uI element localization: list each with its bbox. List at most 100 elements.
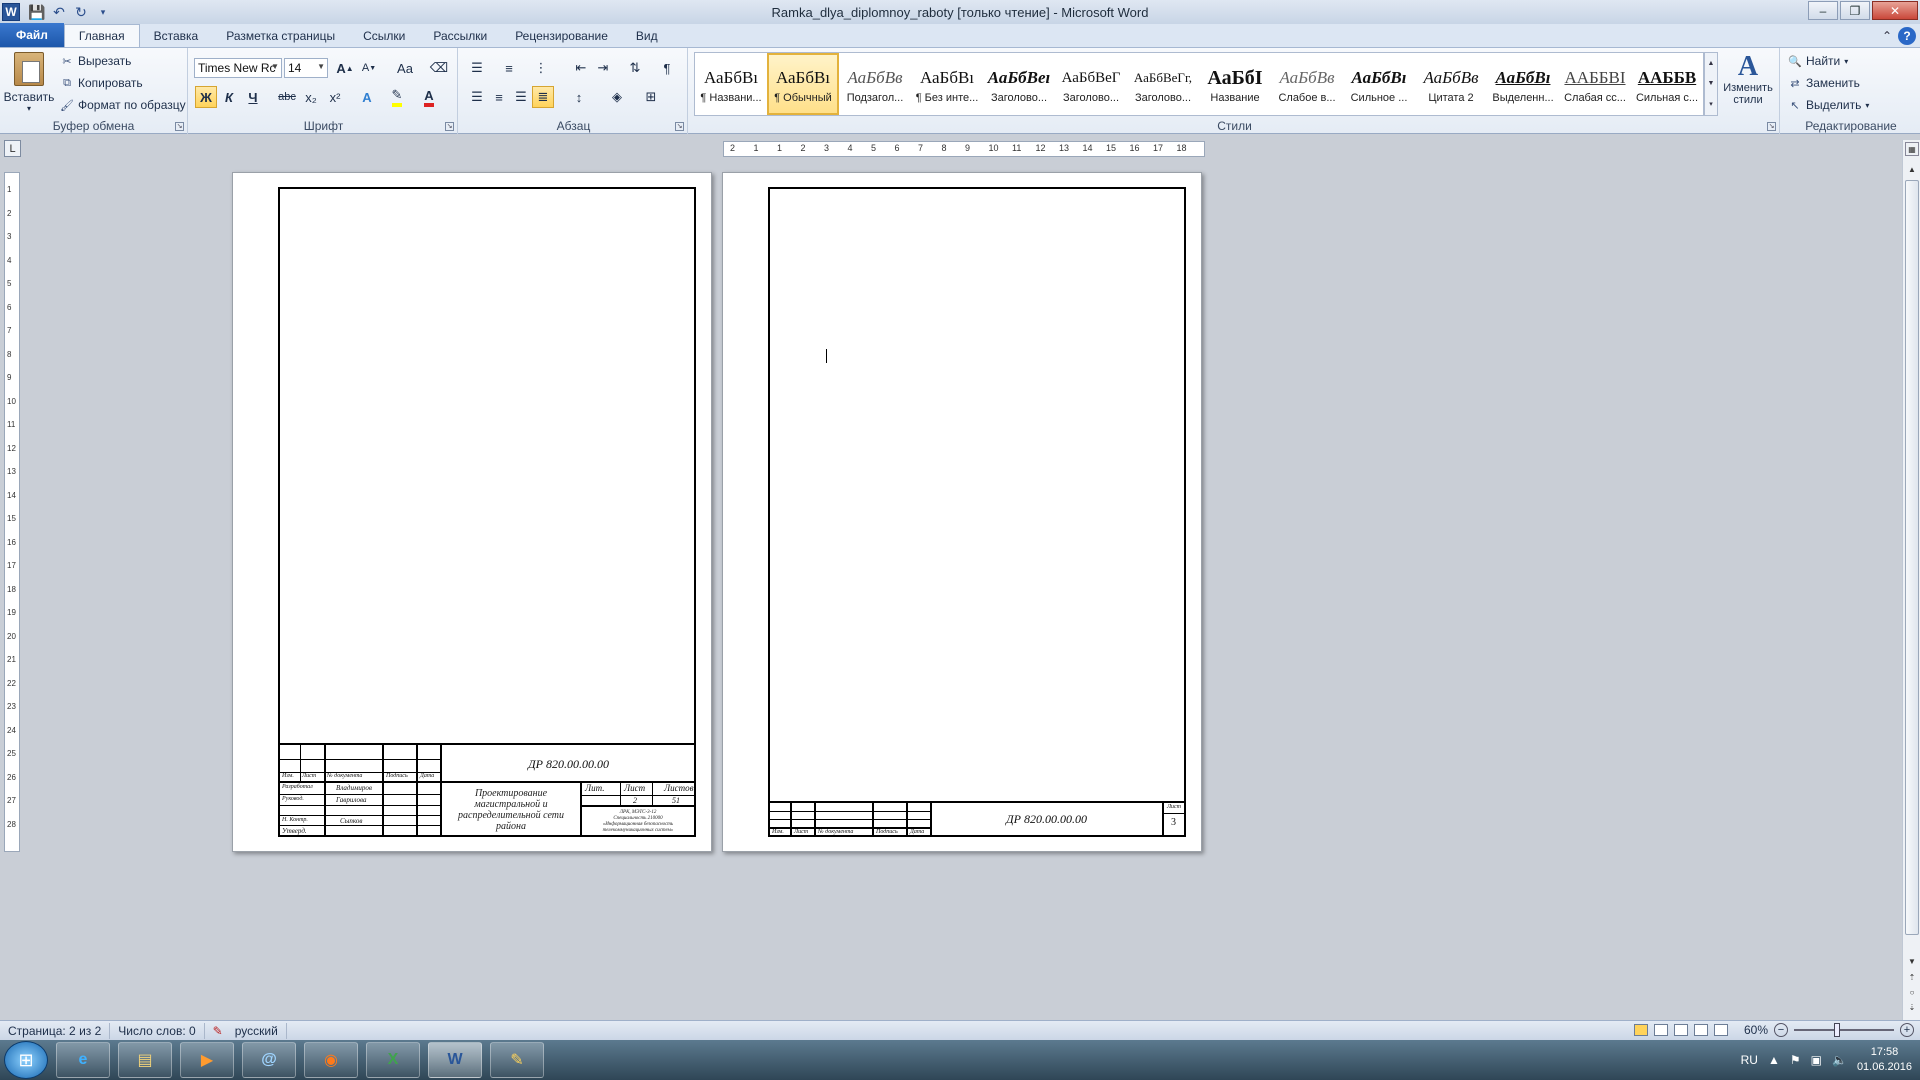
language-indicator[interactable]: ✎ русский bbox=[205, 1022, 287, 1039]
page-1[interactable]: ДР 820.00.00.00 Изм. Лист № документа По… bbox=[232, 172, 712, 852]
tab-home[interactable]: Главная bbox=[63, 24, 140, 47]
style-quote-2[interactable]: АаБбВв Цитата 2 bbox=[1415, 53, 1487, 115]
decrease-indent-button[interactable]: ⇤ bbox=[570, 57, 592, 79]
taskbar-ie-icon[interactable]: e bbox=[56, 1042, 110, 1078]
style-intense-quote[interactable]: АаБбВı Выделенн... bbox=[1487, 53, 1559, 115]
text-effects-button[interactable]: A bbox=[356, 86, 378, 108]
select-button[interactable]: ↖ Выделить ▾ bbox=[1788, 95, 1869, 115]
tab-mailings[interactable]: Рассылки bbox=[419, 25, 501, 47]
zoom-level[interactable]: 60% bbox=[1744, 1023, 1768, 1037]
gallery-down-icon[interactable]: ▼ bbox=[1708, 80, 1715, 87]
customize-qat-icon[interactable]: ▾ bbox=[92, 2, 114, 22]
taskbar-explorer-icon[interactable]: ▤ bbox=[118, 1042, 172, 1078]
vertical-ruler[interactable]: 1 2 3 4 5 6 7 8 9 10 11 12 13 14 15 16 17 18 19 20 21 22 23 24 2… bbox=[4, 172, 20, 852]
vertical-scrollbar[interactable]: ▦ ▲ ▼ ⇡ ○ ⇣ bbox=[1902, 140, 1920, 1020]
tab-file[interactable]: Файл bbox=[0, 23, 64, 47]
clipboard-launcher-icon[interactable]: ↘ bbox=[175, 122, 184, 131]
taskbar-media-player-icon[interactable]: ▶ bbox=[180, 1042, 234, 1078]
ruler-toggle-icon[interactable]: ▦ bbox=[1905, 142, 1919, 156]
style-title[interactable]: АаБбВı ¶ Названи... bbox=[695, 53, 767, 115]
page-2[interactable]: Изм. Лист № документа Подпись Дата ДР 82… bbox=[722, 172, 1202, 852]
line-spacing-button[interactable]: ↕ bbox=[568, 86, 590, 108]
align-left-button[interactable]: ☰ bbox=[466, 86, 488, 108]
taskbar-word-icon[interactable]: W bbox=[428, 1042, 482, 1078]
multilevel-list-button[interactable]: ⋮ bbox=[530, 57, 552, 79]
italic-button[interactable]: К bbox=[218, 86, 240, 108]
bullets-button[interactable]: ☰ bbox=[466, 57, 488, 79]
cut-button[interactable]: ✂ Вырезать bbox=[60, 51, 131, 71]
redo-icon[interactable]: ↻ bbox=[70, 2, 92, 22]
help-icon[interactable]: ? bbox=[1898, 27, 1916, 45]
tab-view[interactable]: Вид bbox=[622, 25, 672, 47]
subscript-button[interactable]: x₂ bbox=[300, 86, 322, 108]
tab-page-layout[interactable]: Разметка страницы bbox=[212, 25, 349, 47]
gallery-up-icon[interactable]: ▲ bbox=[1708, 60, 1715, 67]
style-name-title[interactable]: АаБбІ Название bbox=[1199, 53, 1271, 115]
scroll-thumb[interactable] bbox=[1905, 180, 1919, 935]
align-right-button[interactable]: ☰ bbox=[510, 86, 532, 108]
scroll-up-icon[interactable]: ▲ bbox=[1905, 162, 1919, 176]
prev-page-icon[interactable]: ⇡ bbox=[1905, 970, 1919, 984]
borders-button[interactable]: ⊞ bbox=[640, 86, 662, 108]
replace-button[interactable]: ⇄ Заменить bbox=[1788, 73, 1860, 93]
shrink-font-button[interactable]: A ▼ bbox=[358, 57, 380, 79]
zoom-slider-thumb[interactable] bbox=[1834, 1023, 1840, 1037]
align-center-button[interactable]: ≡ bbox=[488, 86, 510, 108]
style-intense-reference[interactable]: ААББВ Сильная с... bbox=[1631, 53, 1703, 115]
tray-arrow-icon[interactable]: ▲ bbox=[1768, 1053, 1780, 1067]
undo-icon[interactable]: ↶ bbox=[48, 2, 70, 22]
superscript-button[interactable]: x² bbox=[324, 86, 346, 108]
highlight-button[interactable]: ✎ bbox=[386, 86, 408, 108]
next-page-icon[interactable]: ⇣ bbox=[1905, 1000, 1919, 1014]
grow-font-button[interactable]: A ▲ bbox=[334, 57, 356, 79]
input-language[interactable]: RU bbox=[1741, 1053, 1758, 1067]
font-size-select[interactable]: 14 ▼ bbox=[284, 58, 328, 78]
word-app-icon[interactable]: W bbox=[2, 3, 20, 21]
bold-button[interactable]: Ж bbox=[195, 86, 217, 108]
taskbar-mail-icon[interactable]: @ bbox=[242, 1042, 296, 1078]
styles-launcher-icon[interactable]: ↘ bbox=[1767, 122, 1776, 131]
paragraph-launcher-icon[interactable]: ↘ bbox=[675, 122, 684, 131]
style-subtle-reference[interactable]: ААББВІ Слабая сс... bbox=[1559, 53, 1631, 115]
style-heading-3[interactable]: АаБбВеГг, Заголово... bbox=[1127, 53, 1199, 115]
copy-button[interactable]: ⧉ Копировать bbox=[60, 73, 143, 93]
clear-formatting-button[interactable]: ⌫ bbox=[428, 57, 450, 79]
scroll-down-icon[interactable]: ▼ bbox=[1905, 954, 1919, 968]
increase-indent-button[interactable]: ⇥ bbox=[592, 57, 614, 79]
paste-button[interactable]: Вставить ▾ bbox=[4, 52, 54, 113]
minimize-button[interactable]: – bbox=[1808, 1, 1838, 20]
close-button[interactable]: ✕ bbox=[1872, 1, 1918, 20]
strikethrough-button[interactable]: abc bbox=[276, 86, 298, 108]
numbering-button[interactable]: ≡ bbox=[498, 57, 520, 79]
tab-references[interactable]: Ссылки bbox=[349, 25, 419, 47]
shading-button[interactable]: ◈ bbox=[606, 86, 628, 108]
gallery-more-icon[interactable]: ▾ bbox=[1709, 100, 1713, 108]
underline-button[interactable]: Ч bbox=[242, 86, 264, 108]
style-heading-1[interactable]: АаБбВеı Заголово... bbox=[983, 53, 1055, 115]
gallery-scroll[interactable]: ▲ ▼ ▾ bbox=[1704, 52, 1718, 116]
tab-insert[interactable]: Вставка bbox=[140, 25, 213, 47]
style-heading-2[interactable]: АаБбВеГ Заголово... bbox=[1055, 53, 1127, 115]
font-name-select[interactable]: Times New Rc ▼ bbox=[194, 58, 282, 78]
volume-icon[interactable]: 🔈 bbox=[1832, 1053, 1847, 1067]
sort-button[interactable]: ⇅ bbox=[624, 57, 646, 79]
find-button[interactable]: 🔍 Найти ▾ bbox=[1788, 51, 1848, 71]
action-center-icon[interactable]: ⚑ bbox=[1790, 1053, 1801, 1067]
restore-button[interactable]: ❐ bbox=[1840, 1, 1870, 20]
style-intense-emphasis[interactable]: АаБбВı Сильное ... bbox=[1343, 53, 1415, 115]
network-icon[interactable]: ▣ bbox=[1811, 1053, 1822, 1067]
zoom-slider[interactable] bbox=[1794, 1023, 1894, 1037]
print-layout-view-button[interactable] bbox=[1633, 1024, 1648, 1036]
taskbar-excel-icon[interactable]: X bbox=[366, 1042, 420, 1078]
taskbar-paint-icon[interactable]: ✎ bbox=[490, 1042, 544, 1078]
browse-object-icon[interactable]: ○ bbox=[1905, 985, 1919, 999]
change-case-button[interactable]: Aa bbox=[390, 57, 420, 79]
justify-button[interactable]: ≣ bbox=[532, 86, 554, 108]
font-launcher-icon[interactable]: ↘ bbox=[445, 122, 454, 131]
style-no-spacing[interactable]: АаБбВı ¶ Без инте... bbox=[911, 53, 983, 115]
style-subtitle[interactable]: АаБбВв Подзагол... bbox=[839, 53, 911, 115]
horizontal-ruler[interactable]: 2 1 1 2 3 4 5 6 7 8 9 10 11 12 13 14 15 16 17 18 bbox=[723, 141, 1205, 157]
tab-selector[interactable]: L bbox=[4, 140, 21, 157]
zoom-in-icon[interactable]: + bbox=[1900, 1023, 1914, 1037]
page-indicator[interactable]: Страница: 2 из 2 bbox=[0, 1022, 111, 1039]
